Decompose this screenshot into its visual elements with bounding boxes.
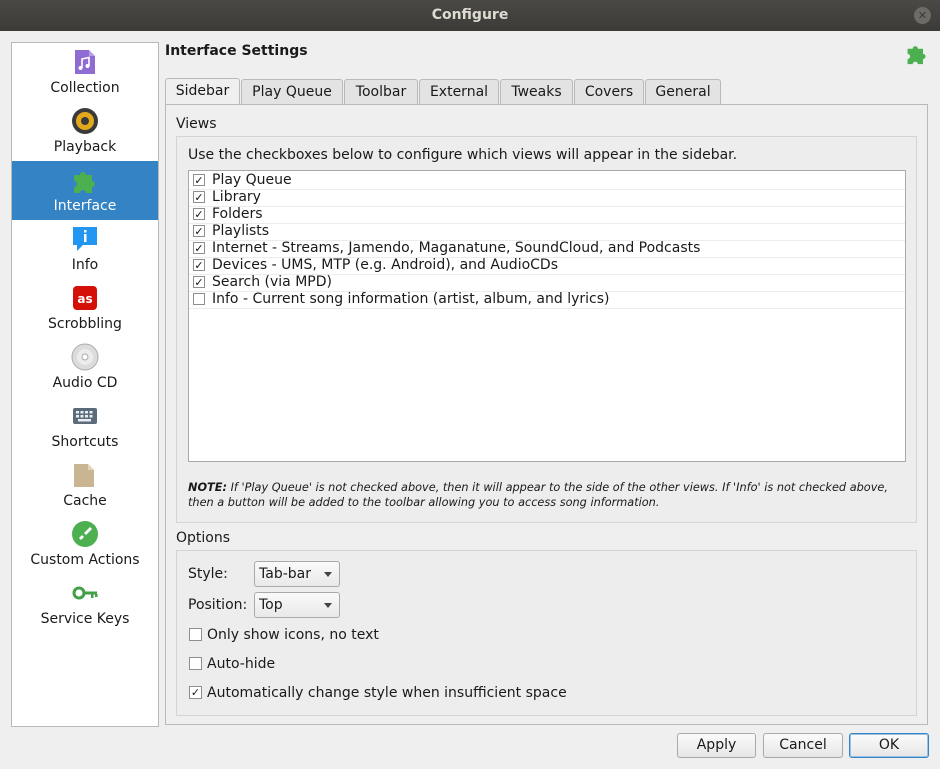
tab-label: Play Queue <box>252 84 332 100</box>
position-select[interactable]: Top <box>254 592 340 618</box>
view-label: Folders <box>212 206 263 222</box>
view-label: Library <box>212 189 261 205</box>
sidebar-item-collection[interactable]: Collection <box>12 43 158 102</box>
sidebar-item-label: Playback <box>53 139 117 155</box>
view-label: Playlists <box>212 223 270 239</box>
window-title: Configure <box>431 7 509 23</box>
options-group-title: Options <box>176 530 231 546</box>
tab-label: General <box>655 84 711 100</box>
auto-hide-checkbox[interactable] <box>189 657 202 670</box>
list-item[interactable]: ✓ Play Queue <box>189 172 905 190</box>
info-bubble-icon <box>73 227 97 251</box>
rocket-icon <box>72 521 98 547</box>
chevron-down-icon <box>324 603 332 608</box>
sidebar-item-label: Custom Actions <box>30 552 140 568</box>
sidebar-item-playback[interactable]: Playback <box>12 102 158 161</box>
style-select-value: Tab-bar <box>259 566 311 582</box>
puzzle-icon <box>907 46 926 65</box>
page-title: Interface Settings <box>165 43 308 59</box>
views-group-title: Views <box>176 116 217 132</box>
list-item[interactable]: ✓ Playlists <box>189 223 905 241</box>
views-note: NOTE: If 'Play Queue' is not checked abo… <box>188 480 908 510</box>
sidebar-item-scrobbling[interactable]: as Scrobbling <box>12 279 158 338</box>
folder-icon <box>74 464 94 487</box>
apply-button[interactable]: Apply <box>677 733 756 758</box>
view-checkbox[interactable]: ✓ <box>193 191 205 203</box>
tab-toolbar[interactable]: Toolbar <box>344 79 418 104</box>
tab-tweaks[interactable]: Tweaks <box>500 79 573 104</box>
view-label: Internet - Streams, Jamendo, Maganatune,… <box>212 240 701 256</box>
tab-label: Covers <box>584 84 634 100</box>
view-label: Info - Current song information (artist,… <box>212 291 610 307</box>
sidebar-item-label: Interface <box>53 198 117 214</box>
sidebar-item-interface[interactable]: Interface <box>12 161 158 220</box>
view-label: Search (via MPD) <box>212 274 332 290</box>
tab-label: External <box>429 84 489 100</box>
auto-change-style-label: Automatically change style when insuffic… <box>207 685 567 701</box>
view-checkbox[interactable]: ✓ <box>193 276 205 288</box>
only-icons-label: Only show icons, no text <box>207 627 379 643</box>
view-checkbox[interactable]: ✓ <box>193 259 205 271</box>
view-label: Play Queue <box>212 172 292 188</box>
list-item[interactable]: ✓ Devices - UMS, MTP (e.g. Android), and… <box>189 257 905 275</box>
note-prefix: NOTE: <box>188 481 227 494</box>
sidebar-item-custom-actions[interactable]: Custom Actions <box>12 515 158 574</box>
style-select[interactable]: Tab-bar <box>254 561 340 587</box>
view-label: Devices - UMS, MTP (e.g. Android), and A… <box>212 257 558 273</box>
style-label: Style: <box>188 566 228 582</box>
view-checkbox[interactable]: ✓ <box>193 174 205 186</box>
views-list[interactable]: ✓ Play Queue ✓ Library ✓ Folders ✓ Playl… <box>188 170 906 462</box>
cd-icon <box>71 343 99 371</box>
position-label: Position: <box>188 597 248 613</box>
sidebar-item-label: Collection <box>50 80 120 96</box>
list-item[interactable]: Info - Current song information (artist,… <box>189 291 905 309</box>
tab-external[interactable]: External <box>419 79 499 104</box>
tab-sidebar[interactable]: Sidebar <box>165 78 240 105</box>
puzzle-icon <box>74 172 95 193</box>
sidebar-item-label: Scrobbling <box>48 316 122 332</box>
view-checkbox[interactable]: ✓ <box>193 242 205 254</box>
auto-hide-label: Auto-hide <box>207 656 276 672</box>
svg-text:as: as <box>77 292 92 306</box>
cancel-button[interactable]: Cancel <box>763 733 843 758</box>
list-item[interactable]: ✓ Library <box>189 189 905 207</box>
sidebar-item-info[interactable]: Info <box>12 220 158 279</box>
close-button[interactable]: ✕ <box>914 7 931 24</box>
sidebar-item-shortcuts[interactable]: Shortcuts <box>12 397 158 456</box>
tab-general[interactable]: General <box>645 79 721 104</box>
tab-play-queue[interactable]: Play Queue <box>241 79 343 104</box>
list-item[interactable]: ✓ Folders <box>189 206 905 224</box>
tab-label: Toolbar <box>355 84 407 100</box>
list-item[interactable]: ✓ Internet - Streams, Jamendo, Maganatun… <box>189 240 905 258</box>
chevron-down-icon <box>324 572 332 577</box>
view-checkbox[interactable]: ✓ <box>193 225 205 237</box>
view-checkbox[interactable]: ✓ <box>193 208 205 220</box>
list-item[interactable]: ✓ Search (via MPD) <box>189 274 905 292</box>
category-sidebar: Collection Playback Interface Info as Sc… <box>11 42 159 727</box>
lastfm-icon: as <box>73 286 97 310</box>
view-checkbox[interactable] <box>193 293 205 305</box>
keyboard-icon <box>73 408 97 424</box>
window-titlebar: Configure ✕ <box>0 0 940 31</box>
tab-label: Tweaks <box>511 84 562 100</box>
sidebar-item-service-keys[interactable]: Service Keys <box>12 574 158 633</box>
sidebar-item-label: Audio CD <box>52 375 118 391</box>
auto-change-style-checkbox[interactable]: ✓ <box>189 686 202 699</box>
music-file-icon <box>75 50 95 74</box>
sidebar-item-label: Cache <box>63 493 107 509</box>
only-icons-checkbox[interactable] <box>189 628 202 641</box>
tab-label: Sidebar <box>175 83 230 99</box>
tab-covers[interactable]: Covers <box>574 79 644 104</box>
sidebar-item-label: Service Keys <box>40 611 130 627</box>
note-text: If 'Play Queue' is not checked above, th… <box>188 481 888 509</box>
sidebar-item-cache[interactable]: Cache <box>12 456 158 515</box>
speaker-icon <box>72 108 98 134</box>
key-icon <box>72 586 98 600</box>
views-instructions: Use the checkboxes below to configure wh… <box>188 147 738 163</box>
sidebar-item-label: Info <box>71 257 99 273</box>
sidebar-item-audio-cd[interactable]: Audio CD <box>12 338 158 397</box>
ok-button[interactable]: OK <box>849 733 929 758</box>
position-select-value: Top <box>259 597 283 613</box>
sidebar-item-label: Shortcuts <box>51 434 119 450</box>
